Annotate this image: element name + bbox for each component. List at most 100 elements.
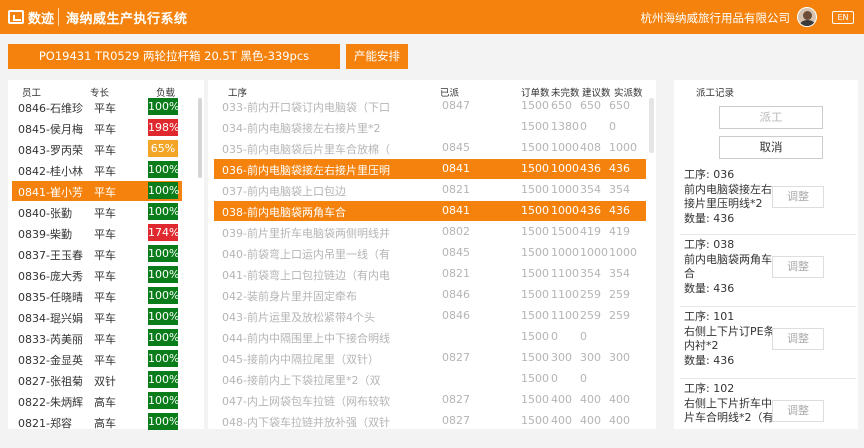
employee-row[interactable]: 0837-王玉春 平车 100% — [12, 244, 182, 264]
cancel-button[interactable]: 取消 — [719, 136, 823, 159]
actual-qty: 259 — [609, 288, 630, 301]
suggested-qty: 408 — [580, 141, 601, 154]
process-row[interactable]: 034-前内电脑袋接左右接片里*2 1500 1380 0 0 — [214, 117, 646, 137]
order-qty: 1500 — [521, 372, 549, 385]
suggested-qty: 0 — [580, 372, 587, 385]
actual-qty: 400 — [609, 414, 630, 427]
unfinished-qty: 1100 — [551, 309, 579, 322]
assigned-worker: 0841 — [442, 162, 470, 175]
process-row[interactable]: 048-内下袋车拉链并放补强（双针 0827 1500 400 400 400 — [214, 411, 646, 431]
process-row[interactable]: 043-前片运里及放松紧带4个头 0846 1500 1100 259 259 — [214, 306, 646, 326]
adjust-button[interactable]: 调整 — [772, 328, 824, 350]
employee-row[interactable]: 0833-芮美丽 平车 100% — [12, 328, 182, 348]
process-panel: 工序 已派 订单数 未完数 建议数 实派数 033-前内开口袋订内电脑袋（下口 0… — [208, 80, 656, 429]
order-qty: 1500 — [521, 120, 549, 133]
actual-qty: 259 — [609, 309, 630, 322]
adjust-button[interactable]: 调整 — [772, 186, 824, 208]
process-name: 046-接前内上下袋拉尾里*2（双 — [222, 374, 381, 387]
employee-name: 0843-罗丙荣 — [18, 144, 83, 157]
dispatch-record: 工序: 038 前内电脑袋两角车合 数量: 436 调整 — [680, 234, 856, 304]
process-name: 035-前内电脑袋后片里车合放棉（ — [222, 143, 390, 156]
process-row[interactable]: 045-接前内中隔拉尾里（双针） 0827 1500 300 300 300 — [214, 348, 646, 368]
capacity-planning-button[interactable]: 产能安排 — [346, 44, 408, 69]
suggested-qty: 259 — [580, 309, 601, 322]
process-row[interactable]: 044-前内中隔围里上中下接合明线 1500 0 0 — [214, 327, 646, 347]
employee-skill: 平车 — [94, 333, 116, 346]
load-badge: 100% — [148, 245, 180, 262]
process-row[interactable]: 036-前内电脑袋接左右接片里压明 0841 1500 1000 436 436 — [214, 159, 646, 179]
load-badge: 174% — [148, 224, 180, 241]
employee-scrollbar[interactable] — [198, 98, 202, 178]
suggested-qty: 419 — [580, 225, 601, 238]
suggested-qty: 354 — [580, 267, 601, 280]
logo: 数迹 — [8, 7, 54, 27]
suggested-qty: 1000 — [580, 246, 608, 259]
process-name: 043-前片运里及放松紧带4个头 — [222, 311, 375, 324]
process-row[interactable]: 040-前袋弯上口运内吊里一线（有 0845 1500 1000 1000 1000 — [214, 243, 646, 263]
dispatch-record: 工序: 102 右侧上下片折车中片车合明线*2（有 调整 — [680, 378, 856, 448]
load-badge: 100% — [148, 266, 180, 283]
employee-row[interactable]: 0827-张祖菊 双针 100% — [12, 370, 182, 390]
adjust-button[interactable]: 调整 — [772, 400, 824, 422]
actual-qty: 436 — [609, 204, 630, 217]
employee-name: 0836-庞大秀 — [18, 270, 83, 283]
actual-qty: 0 — [609, 120, 616, 133]
order-qty: 1500 — [521, 309, 549, 322]
employee-row[interactable]: 0845-侯月梅 平车 198% — [12, 118, 182, 138]
load-badge: 100% — [148, 413, 180, 430]
employee-row[interactable]: 0821-郑容 高车 100% — [12, 412, 182, 432]
employee-row[interactable]: 0843-罗丙荣 平车 65% — [12, 139, 182, 159]
load-badge: 100% — [148, 287, 180, 304]
process-name: 040-前袋弯上口运内吊里一线（有 — [222, 248, 390, 261]
process-name: 041-前袋弯上口包拉链边（有内电 — [222, 269, 390, 282]
employee-row[interactable]: 0834-琨兴娟 平车 100% — [12, 307, 182, 327]
user-avatar[interactable] — [797, 7, 817, 27]
assigned-worker: 0821 — [442, 267, 470, 280]
unfinished-qty: 1100 — [551, 267, 579, 280]
record-title: 派工记录 — [696, 88, 735, 99]
load-badge: 100% — [148, 203, 180, 220]
order-selector-button[interactable]: PO19431 TR0529 两轮拉杆箱 20.5T 黑色-339pcs — [8, 44, 340, 69]
order-qty: 1500 — [521, 393, 549, 406]
unfinished-qty: 1000 — [551, 246, 579, 259]
employee-name: 0827-张祖菊 — [18, 375, 83, 388]
process-row[interactable]: 038-前内电脑袋两角车合 0841 1500 1000 436 436 — [214, 201, 646, 221]
order-qty: 1500 — [521, 141, 549, 154]
process-row[interactable]: 035-前内电脑袋后片里车合放棉（ 0845 1500 1000 408 1000 — [214, 138, 646, 158]
process-row[interactable]: 046-接前内上下袋拉尾里*2（双 1500 0 0 — [214, 369, 646, 389]
process-name: 034-前内电脑袋接左右接片里*2 — [222, 122, 381, 135]
process-row[interactable]: 033-前内开口袋订内电脑袋（下口 0847 1500 650 650 650 — [214, 96, 646, 116]
employee-row[interactable]: 0836-庞大秀 平车 100% — [12, 265, 182, 285]
unfinished-qty: 1100 — [551, 288, 579, 301]
unfinished-qty: 400 — [551, 393, 572, 406]
employee-skill: 平车 — [94, 144, 116, 157]
process-row[interactable]: 041-前袋弯上口包拉链边（有内电 0821 1500 1100 354 354 — [214, 264, 646, 284]
unfinished-qty: 1500 — [551, 225, 579, 238]
load-badge: 100% — [148, 161, 180, 178]
process-scrollbar[interactable] — [649, 98, 654, 153]
employee-row[interactable]: 0839-柴勤 平车 174% — [12, 223, 182, 243]
language-switch[interactable]: EN — [832, 11, 854, 24]
unfinished-qty: 1380 — [551, 120, 579, 133]
process-row[interactable]: 037-前内电脑袋上口包边 0821 1500 1000 354 354 — [214, 180, 646, 200]
header-divider — [58, 8, 59, 26]
employee-row[interactable]: 0822-朱炳辉 高车 100% — [12, 391, 182, 411]
order-qty: 1500 — [521, 225, 549, 238]
employee-row[interactable]: 0842-桂小林 平车 100% — [12, 160, 182, 180]
process-row[interactable]: 042-装前身片里并固定牵布 0846 1500 1100 259 259 — [214, 285, 646, 305]
load-badge: 100% — [148, 308, 180, 325]
employee-skill: 平车 — [94, 270, 116, 283]
employee-skill: 平车 — [94, 123, 116, 136]
actual-qty: 300 — [609, 351, 630, 364]
process-row[interactable]: 039-前片里折车电脑袋两侧明线并 0802 1500 1500 419 419 — [214, 222, 646, 242]
employee-row[interactable]: 0835-任晓晴 平车 100% — [12, 286, 182, 306]
employee-row[interactable]: 0832-金显英 平车 100% — [12, 349, 182, 369]
employee-row[interactable]: 0846-石维珍 平车 100% — [12, 97, 182, 117]
process-row[interactable]: 047-内上网袋包车拉链（网布较软 0827 1500 400 400 400 — [214, 390, 646, 410]
actual-qty: 436 — [609, 162, 630, 175]
employee-panel: 员工 专长 负载 0846-石维珍 平车 100% 0845-侯月梅 平车 198% 084… — [8, 80, 204, 432]
dispatch-button[interactable]: 派工 — [719, 106, 823, 129]
adjust-button[interactable]: 调整 — [772, 256, 824, 278]
employee-row[interactable]: 0841-崔小芳 平车 100% — [12, 181, 182, 201]
employee-row[interactable]: 0840-张勤 平车 100% — [12, 202, 182, 222]
